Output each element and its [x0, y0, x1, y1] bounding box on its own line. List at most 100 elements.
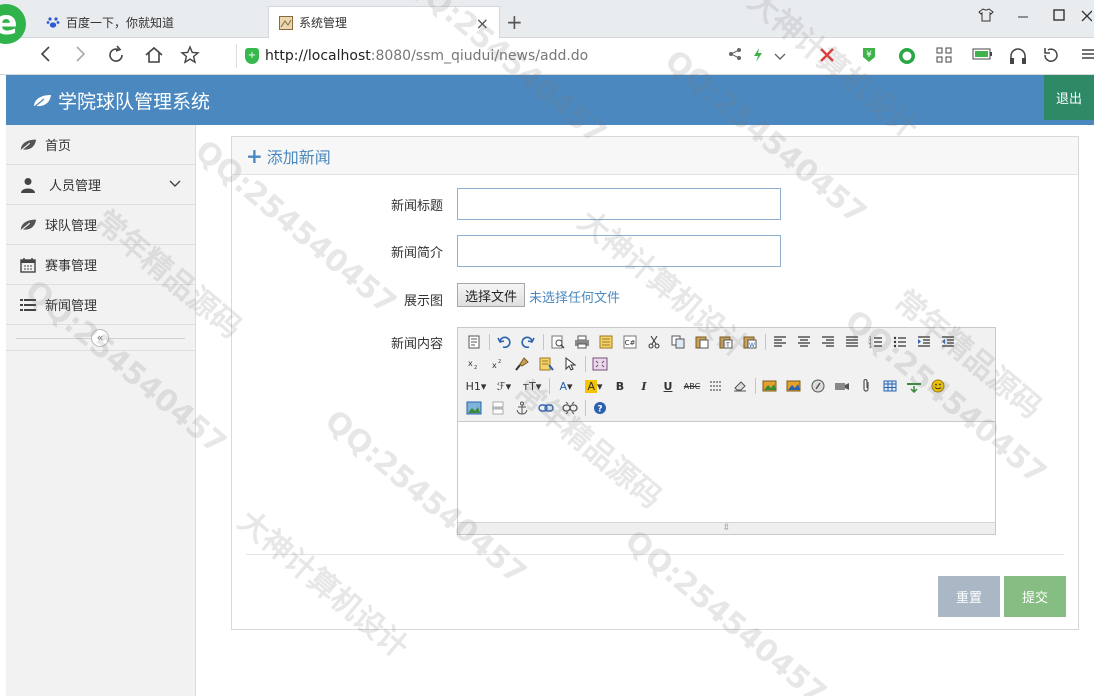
cut-icon[interactable] [644, 332, 664, 352]
copy-icon[interactable] [668, 332, 688, 352]
align-justify-icon[interactable] [842, 332, 862, 352]
fullscreen-icon[interactable] [590, 354, 610, 374]
align-center-icon[interactable] [794, 332, 814, 352]
outdent-icon[interactable] [938, 332, 958, 352]
choose-file-button[interactable]: 选择文件 [457, 283, 526, 307]
indent-icon[interactable] [914, 332, 934, 352]
green-circle-icon[interactable] [898, 47, 916, 69]
insert-table-icon[interactable] [880, 376, 900, 396]
home-icon[interactable] [144, 45, 164, 69]
sidebar-item-personnel[interactable]: 人员管理 [6, 165, 195, 205]
subscript-icon[interactable]: x2 [464, 354, 484, 374]
anchor-icon[interactable] [512, 398, 532, 418]
font-color-icon[interactable]: A ▾ [554, 376, 578, 396]
underline-icon[interactable]: U [658, 376, 678, 396]
svg-text:T: T [725, 342, 730, 349]
redo-icon[interactable] [518, 332, 538, 352]
italic-icon[interactable]: I [634, 376, 654, 396]
tab-close-icon[interactable]: × [476, 14, 489, 33]
chevron-down-icon[interactable] [774, 47, 786, 65]
image-manager-icon[interactable] [464, 398, 484, 418]
insert-image-gallery-icon[interactable] [784, 376, 804, 396]
insert-media-icon[interactable] [832, 376, 852, 396]
unlink-icon[interactable] [560, 398, 580, 418]
submit-button[interactable]: 提交 [1004, 576, 1066, 617]
menu-icon[interactable] [1082, 47, 1094, 65]
template-icon[interactable] [596, 332, 616, 352]
new-tab-icon[interactable]: + [506, 10, 523, 34]
paste-text-icon[interactable]: T [716, 332, 736, 352]
page-break-icon[interactable] [488, 398, 508, 418]
chevron-down-icon [169, 177, 181, 192]
lightning-icon[interactable] [752, 47, 764, 67]
ordered-list-icon[interactable]: 123 [866, 332, 886, 352]
battery-icon[interactable] [972, 47, 994, 65]
browser-tab-system[interactable]: 系统管理 × [268, 6, 500, 38]
format-painter-icon[interactable] [536, 354, 556, 374]
reset-button[interactable]: 重置 [938, 576, 1000, 617]
preview-icon[interactable] [548, 332, 568, 352]
logout-button[interactable]: 退出 [1044, 75, 1094, 120]
svg-text:2: 2 [498, 359, 501, 365]
url-field[interactable]: + http://localhost:8080/ssm_qiudui/news/… [236, 44, 588, 68]
print-icon[interactable] [572, 332, 592, 352]
svg-text:?: ? [597, 405, 602, 415]
browser-tab-title: 百度一下，你就知道 [66, 15, 175, 30]
help-icon[interactable]: ? [590, 398, 610, 418]
reload-icon[interactable] [106, 45, 126, 69]
eraser-icon[interactable] [730, 376, 750, 396]
list-icon [19, 297, 37, 313]
select-all-icon[interactable] [560, 354, 580, 374]
bookmark-star-icon[interactable] [180, 45, 200, 69]
svg-text:x: x [492, 361, 497, 370]
insert-image-icon[interactable] [760, 376, 780, 396]
font-size-icon[interactable]: тT▾ [520, 376, 544, 396]
clear-format-brush-icon[interactable] [512, 354, 532, 374]
undo-icon[interactable] [1042, 47, 1060, 67]
shirt-icon[interactable] [978, 8, 994, 26]
highlight-color-icon[interactable]: A ▾ [582, 376, 606, 396]
forward-icon[interactable] [72, 45, 88, 67]
share-icon[interactable] [728, 47, 742, 65]
app-title-text: 学院球队管理系统 [58, 91, 211, 113]
editor-content-area[interactable] [458, 422, 995, 522]
emoticon-icon[interactable] [928, 376, 948, 396]
bold-icon[interactable]: B [610, 376, 630, 396]
yuan-icon[interactable]: ¥ [860, 47, 878, 67]
horizontal-rule-icon[interactable] [904, 376, 924, 396]
unordered-list-icon[interactable] [890, 332, 910, 352]
paste-icon[interactable] [692, 332, 712, 352]
collapse-double-left-icon[interactable]: « [91, 329, 109, 347]
align-right-icon[interactable] [818, 332, 838, 352]
window-close-icon[interactable] [1080, 8, 1093, 26]
sidebar-item-news[interactable]: 新闻管理 [6, 285, 195, 325]
code-icon[interactable]: C# [620, 332, 640, 352]
minimize-icon[interactable] [1016, 8, 1030, 26]
maximize-icon[interactable] [1052, 8, 1066, 26]
insert-flash-icon[interactable] [808, 376, 828, 396]
superscript-icon[interactable]: x2 [488, 354, 508, 374]
editor-resize-handle[interactable]: ⇳ [458, 522, 995, 534]
browser-tab-baidu[interactable]: 百度一下，你就知道 [36, 6, 262, 38]
sidebar-item-teams[interactable]: 球队管理 [6, 205, 195, 245]
news-title-input[interactable] [457, 188, 781, 220]
strikethrough-icon[interactable]: ABC [682, 376, 702, 396]
link-icon[interactable] [536, 398, 556, 418]
align-left-icon[interactable] [770, 332, 790, 352]
paste-word-icon[interactable]: W [740, 332, 760, 352]
source-icon[interactable] [464, 332, 484, 352]
apps-grid-icon[interactable] [936, 47, 952, 67]
font-family-icon[interactable]: ℱ ▾ [492, 376, 516, 396]
headphones-icon[interactable] [1008, 47, 1028, 69]
line-height-icon[interactable] [706, 376, 726, 396]
panel-title: 添加新闻 [266, 147, 331, 167]
scissors-red-icon[interactable] [818, 47, 836, 67]
sidebar-item-matches[interactable]: 赛事管理 [6, 245, 195, 285]
back-icon[interactable] [38, 45, 54, 67]
heading-icon[interactable]: H1▾ [464, 376, 488, 396]
sidebar-item-label: 人员管理 [49, 179, 102, 194]
undo-icon[interactable] [494, 332, 514, 352]
attachment-icon[interactable] [856, 376, 876, 396]
news-summary-input[interactable] [457, 235, 781, 267]
sidebar-item-home[interactable]: 首页 [6, 125, 195, 165]
